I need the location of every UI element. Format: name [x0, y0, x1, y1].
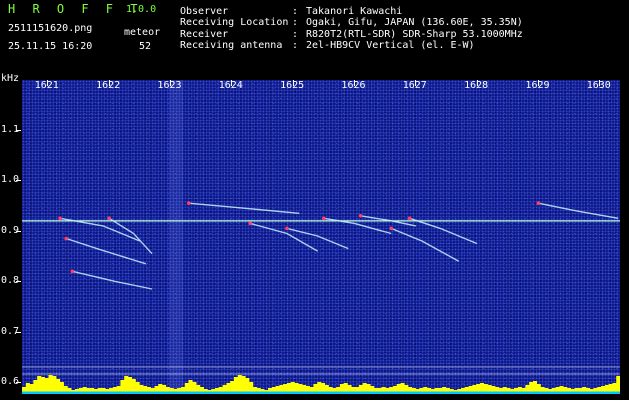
y-axis-unit: kHz — [1, 73, 20, 84]
meteor-trail-6 — [250, 222, 318, 252]
signal-bar — [48, 375, 53, 394]
timestamp: 25.11.15 16:20 — [8, 41, 93, 52]
x-tick-label: 1621 — [34, 80, 59, 91]
info-header: H R O F F T 1.0.0 2511151620.png meteor … — [0, 0, 629, 72]
y-tick-mark — [16, 382, 21, 384]
meteor-head-4 — [107, 216, 111, 221]
app-version: 1.0.0 — [126, 4, 157, 15]
signal-bar — [233, 377, 239, 394]
meteor-head-12 — [536, 201, 541, 205]
meteor-trail-12 — [538, 202, 619, 219]
y-tick-mark — [16, 331, 21, 333]
spectrogram-marks — [22, 201, 620, 394]
y-tick-mark — [16, 281, 21, 283]
meteor-trail-3 — [72, 270, 153, 290]
location-value: Ogaki, Gifu, JAPAN (136.60E, 35.35N) — [306, 17, 523, 28]
x-tick-label: 1630 — [586, 80, 611, 91]
meteor-head-10 — [407, 216, 412, 221]
antenna-sep: : — [292, 40, 299, 51]
location-sep: : — [292, 17, 299, 28]
meteor-head-6 — [248, 221, 252, 226]
noise-floor-band — [22, 391, 620, 394]
x-tick-label: 1626 — [341, 80, 366, 91]
meteor-head-7 — [285, 226, 289, 231]
meteor-head-5 — [187, 201, 191, 205]
antenna-label: Receiving antenna — [180, 40, 283, 51]
meteor-head-8 — [321, 216, 326, 221]
detect-count: 52 — [139, 41, 152, 52]
signal-bar — [124, 376, 129, 394]
file-name: 2511151620.png — [8, 23, 93, 34]
meteor-trail-2 — [65, 237, 147, 265]
spectrogram-panel — [22, 80, 620, 394]
meteor-head-1 — [58, 216, 62, 221]
meteor-head-3 — [70, 269, 75, 274]
meteor-trail-4 — [108, 217, 153, 255]
x-tick-label: 1628 — [464, 80, 489, 91]
signal-bar — [37, 376, 42, 394]
signal-bar — [241, 376, 246, 394]
x-tick-label: 1627 — [402, 80, 427, 91]
app-name: H R O F F T — [8, 2, 143, 16]
signal-bar — [616, 376, 620, 394]
x-tick-label: 1624 — [218, 80, 243, 91]
detect-label: meteor — [124, 27, 161, 38]
signal-bar — [127, 377, 133, 394]
y-tick-mark — [16, 230, 21, 232]
y-tick-mark — [16, 180, 21, 182]
antenna-value: 2el-HB9CV Vertical (el. E-W) — [306, 40, 475, 51]
meteor-trail-9 — [390, 227, 460, 262]
signal-bar — [237, 375, 242, 394]
meteor-head-2 — [64, 236, 68, 241]
meteor-trail-5 — [188, 202, 300, 214]
signal-bar — [40, 377, 45, 394]
x-tick-label: 1629 — [525, 80, 550, 91]
x-tick-label: 1622 — [96, 80, 121, 91]
meteor-head-11 — [358, 213, 363, 218]
x-tick-label: 1623 — [157, 80, 182, 91]
x-tick-label: 1625 — [280, 80, 305, 91]
meteor-head-9 — [389, 226, 394, 231]
location-label: Receiving Location — [180, 17, 289, 28]
signal-bar — [52, 376, 57, 394]
y-tick-mark — [16, 129, 21, 131]
